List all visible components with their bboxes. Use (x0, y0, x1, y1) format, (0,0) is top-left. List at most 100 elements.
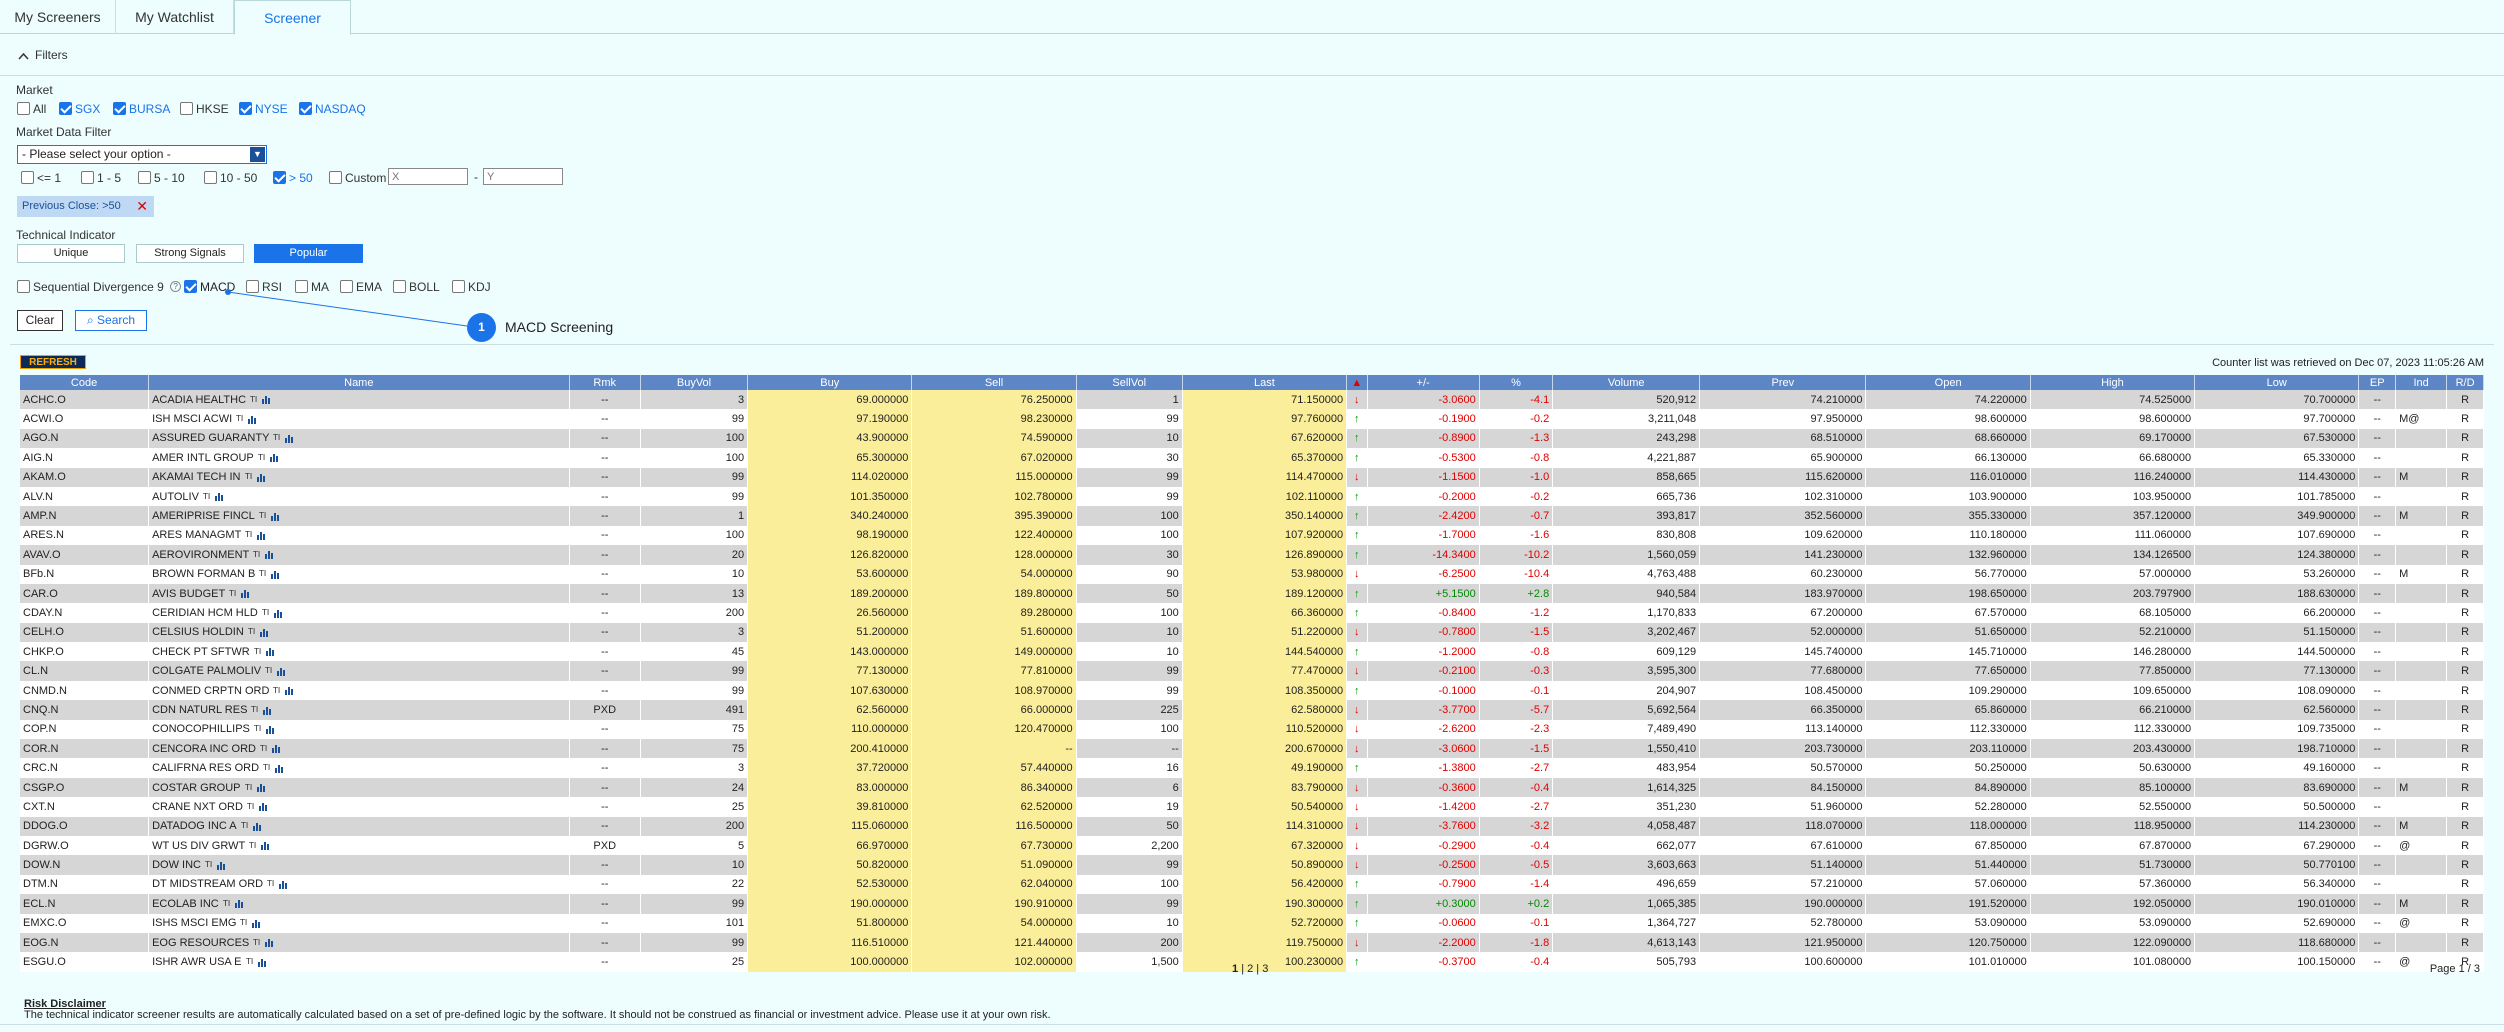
stock-name[interactable]: ACADIA HEALTHC (152, 394, 246, 406)
page-link-2[interactable]: 2 (1247, 963, 1253, 975)
column-header[interactable]: Low (2194, 375, 2360, 390)
technical-info-icon[interactable]: TI (259, 743, 269, 754)
market-nyse[interactable]: NYSE (239, 101, 288, 116)
technical-info-icon[interactable]: TI (244, 471, 254, 482)
table-row[interactable]: DGRW.O WT US DIV GRWT TI PXD 5 66.970000 67.73… (20, 835, 2484, 856)
chart-icon[interactable] (234, 899, 244, 909)
technical-info-icon[interactable]: TI (246, 801, 256, 812)
chart-icon[interactable] (260, 841, 270, 851)
table-row[interactable]: CNQ.N CDN NATURL RES TI PXD 491 62.560000 66.0… (20, 700, 2484, 720)
cell-code[interactable]: AMP.N (20, 506, 150, 526)
cell-code[interactable]: ARES.N (20, 525, 150, 546)
cell-code[interactable]: DTM.N (20, 874, 150, 895)
column-header[interactable]: ▲ (1346, 375, 1368, 390)
market-data-select[interactable]: - Please select your option - ▼ (17, 145, 267, 164)
table-row[interactable]: CNMD.N CONMED CRPTN ORD TI -- 99 107.630000 10… (20, 680, 2484, 701)
cell-code[interactable]: CRC.N (20, 758, 150, 778)
column-header[interactable]: Name (148, 375, 570, 390)
column-header[interactable]: Last (1182, 375, 1348, 390)
chart-icon[interactable] (274, 764, 284, 773)
cell-code[interactable]: DGRW.O (20, 835, 150, 856)
column-header[interactable]: Ind (2395, 375, 2448, 390)
column-header[interactable]: % (1479, 375, 1554, 390)
cell-name[interactable]: COSTAR GROUP TI (148, 777, 570, 798)
chart-icon[interactable] (284, 434, 294, 444)
chart-icon[interactable] (264, 550, 274, 560)
range-gt-50[interactable]: > 50 (273, 170, 313, 185)
technical-info-icon[interactable]: TI (253, 723, 263, 734)
table-row[interactable]: AMP.N AMERIPRISE FINCL TI -- 1 340.240000 395.… (20, 506, 2484, 526)
checkbox[interactable] (81, 171, 94, 185)
chart-icon[interactable] (259, 628, 269, 637)
stock-name[interactable]: COSTAR GROUP (152, 782, 240, 794)
table-row[interactable]: BFb.N BROWN FORMAN B TI -- 10 53.600000 54.000… (20, 564, 2484, 584)
cell-name[interactable]: ECOLAB INC TI (148, 894, 570, 914)
cell-code[interactable]: AKAM.O (20, 467, 150, 487)
checkbox[interactable] (138, 171, 151, 185)
stock-name[interactable]: EOG RESOURCES (152, 937, 249, 949)
stock-name[interactable]: AMER INTL GROUP (152, 452, 254, 464)
chart-icon[interactable] (276, 667, 286, 676)
stock-name[interactable]: CERIDIAN HCM HLD (152, 607, 258, 619)
table-row[interactable]: CHKP.O CHECK PT SFTWR TI -- 45 143.000000 149.… (20, 642, 2484, 662)
table-row[interactable]: EMXC.O ISHS MSCI EMG TI -- 101 51.800000 54.00… (20, 913, 2484, 933)
column-header[interactable]: Open (1865, 375, 2031, 390)
chart-icon[interactable] (270, 570, 280, 579)
cell-name[interactable]: CONMED CRPTN ORD TI (148, 680, 570, 701)
cell-name[interactable]: CDN NATURL RES TI (148, 700, 570, 720)
stock-name[interactable]: ISHR AWR USA E (152, 956, 241, 968)
chart-icon[interactable] (256, 473, 266, 482)
table-row[interactable]: AVAV.O AEROVIRONMENT TI -- 20 126.820000 128.0… (20, 545, 2484, 565)
checkbox[interactable] (273, 171, 286, 185)
stock-name[interactable]: CENCORA INC ORD (152, 743, 256, 755)
checkbox[interactable] (17, 280, 30, 294)
table-row[interactable]: CL.N COLGATE PALMOLIV TI -- 99 77.130000 77.81… (20, 661, 2484, 681)
stock-name[interactable]: AMERIPRISE FINCL (152, 510, 255, 522)
cell-name[interactable]: AMER INTL GROUP TI (148, 448, 570, 468)
stock-name[interactable]: CONOCOPHILLIPS (152, 723, 250, 735)
cell-code[interactable]: CHKP.O (20, 642, 150, 662)
chart-icon[interactable] (264, 938, 274, 948)
cell-code[interactable]: DDOG.O (20, 816, 150, 836)
cell-name[interactable]: AUTOLIV TI (148, 486, 570, 507)
technical-info-icon[interactable]: TI (202, 491, 212, 502)
chevron-down-icon[interactable]: ▼ (250, 147, 265, 162)
technical-info-icon[interactable]: TI (222, 898, 232, 909)
table-row[interactable]: AGO.N ASSURED GUARANTY TI -- 100 43.900000 74.… (20, 428, 2484, 449)
stock-name[interactable]: AKAMAI TECH IN (152, 471, 240, 483)
cell-name[interactable]: DATADOG INC A TI (148, 816, 570, 836)
filters-header[interactable]: Filters (0, 34, 2504, 76)
cell-name[interactable]: CRANE NXT ORD TI (148, 797, 570, 817)
range-10-50[interactable]: 10 - 50 (204, 170, 257, 185)
technical-info-icon[interactable]: TI (252, 549, 262, 560)
checkbox[interactable] (299, 102, 312, 116)
table-row[interactable]: DTM.N DT MIDSTREAM ORD TI -- 22 52.530000 62.0… (20, 874, 2484, 895)
technical-info-icon[interactable]: TI (240, 820, 250, 831)
cell-code[interactable]: ECL.N (20, 894, 150, 914)
column-header[interactable]: BuyVol (640, 375, 749, 390)
table-row[interactable]: COP.N CONOCOPHILLIPS TI -- 75 110.000000 120.4… (20, 719, 2484, 740)
market-sgx[interactable]: SGX (59, 101, 100, 116)
chart-icon[interactable] (265, 647, 275, 657)
page-link-1[interactable]: 1 (1232, 963, 1238, 975)
table-row[interactable]: AIG.N AMER INTL GROUP TI -- 100 65.300000 67.0… (20, 448, 2484, 468)
cell-code[interactable]: CSGP.O (20, 777, 150, 798)
chart-icon[interactable] (257, 958, 267, 967)
range-custom[interactable]: Custom (329, 170, 386, 185)
tab-strong-signals[interactable]: Strong Signals (136, 244, 244, 263)
tab-my-watchlist[interactable]: My Watchlist (116, 0, 234, 34)
column-header[interactable]: Volume (1552, 375, 1701, 390)
technical-info-icon[interactable]: TI (244, 529, 254, 540)
stock-name[interactable]: WT US DIV GRWT (152, 840, 245, 852)
chart-icon[interactable] (256, 783, 266, 793)
technical-info-icon[interactable]: TI (264, 665, 274, 676)
cell-code[interactable]: AGO.N (20, 428, 150, 449)
cell-name[interactable]: COLGATE PALMOLIV TI (148, 661, 570, 681)
close-icon[interactable]: ✕ (136, 196, 148, 217)
stock-name[interactable]: DT MIDSTREAM ORD (152, 878, 263, 890)
technical-info-icon[interactable]: TI (204, 859, 214, 870)
chart-icon[interactable] (261, 395, 271, 405)
column-header[interactable]: High (2030, 375, 2196, 390)
column-header[interactable]: SellVol (1076, 375, 1183, 390)
technical-info-icon[interactable]: TI (272, 432, 282, 443)
